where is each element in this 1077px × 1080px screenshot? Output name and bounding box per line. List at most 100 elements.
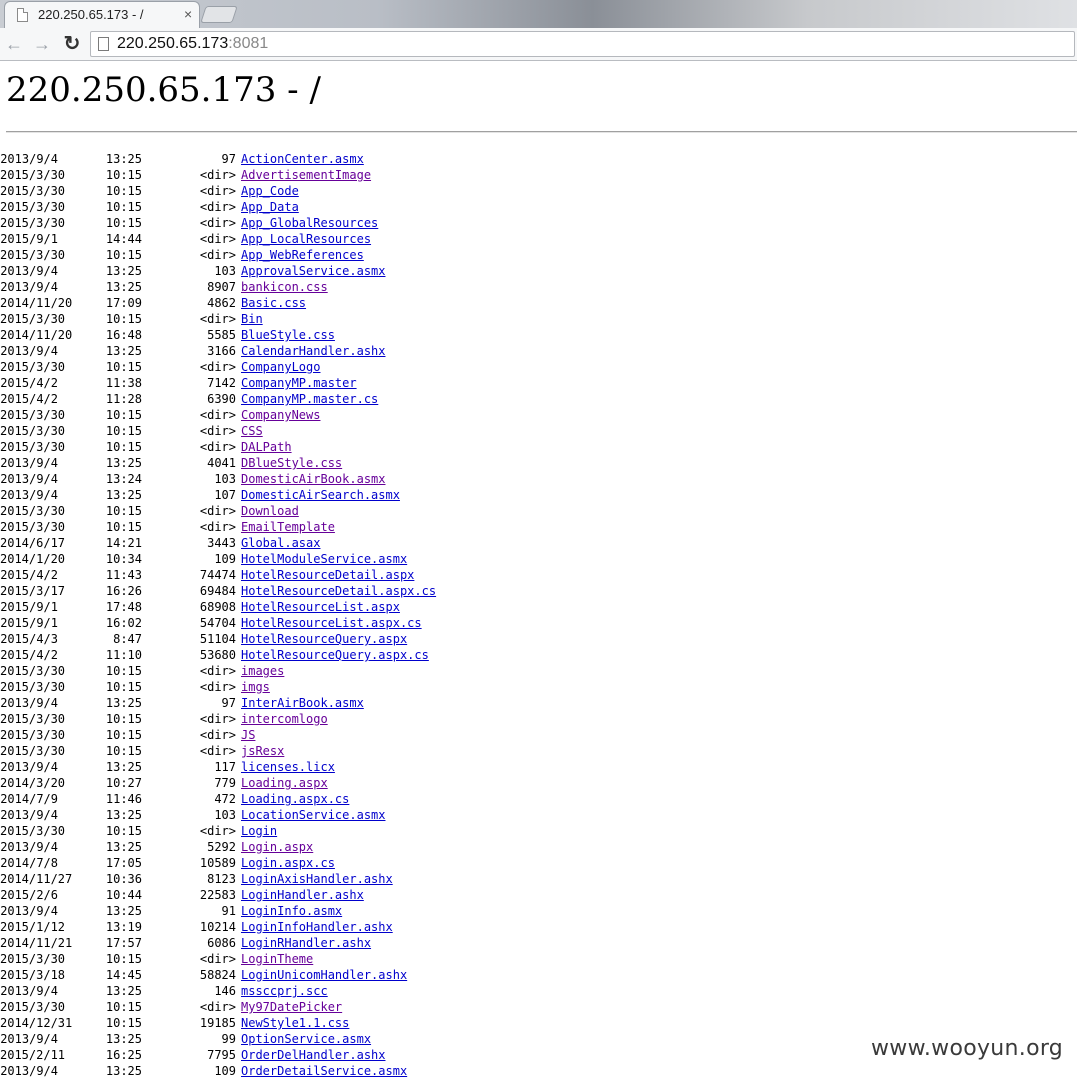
entry-link[interactable]: HotelResourceList.aspx.cs — [241, 615, 422, 631]
address-bar[interactable]: 220.250.65.173:8081 — [90, 31, 1075, 57]
entry-size: <dir> — [199, 424, 236, 438]
entry-time: 13:25 — [105, 152, 142, 166]
entry-link[interactable]: intercomlogo — [241, 711, 328, 727]
entry-link[interactable]: Global.asax — [241, 535, 320, 551]
new-tab-button[interactable] — [200, 6, 238, 23]
entry-link[interactable]: OptionService.asmx — [241, 1031, 371, 1047]
list-item: 2015/4/2 11:10 53680 HotelResourceQuery.asp… — [0, 647, 1077, 663]
entry-link[interactable]: bankicon.css — [241, 279, 328, 295]
entry-link[interactable]: ActionCenter.asmx — [241, 151, 364, 167]
entry-link[interactable]: CalendarHandler.ashx — [241, 343, 386, 359]
entry-size: 5292 — [207, 840, 236, 854]
list-item: 2015/3/17 16:26 69484 HotelResourceDetail.a… — [0, 583, 1077, 599]
entry-link[interactable]: CSS — [241, 423, 263, 439]
entry-link[interactable]: Basic.css — [241, 295, 306, 311]
entry-link[interactable]: Download — [241, 503, 299, 519]
entry-link[interactable]: LoginTheme — [241, 951, 313, 967]
entry-link[interactable]: Login.aspx.cs — [241, 855, 335, 871]
entry-size: <dir> — [199, 680, 236, 694]
entry-link[interactable]: Loading.aspx — [241, 775, 328, 791]
entry-link[interactable]: App_GlobalResources — [241, 215, 378, 231]
entry-link[interactable]: mssccprj.scc — [241, 983, 328, 999]
entry-link[interactable]: EmailTemplate — [241, 519, 335, 535]
entry-size: 109 — [214, 1064, 236, 1078]
entry-link[interactable]: LoginHandler.ashx — [241, 887, 364, 903]
entry-size: <dir> — [199, 664, 236, 678]
entry-link[interactable]: Login.aspx — [241, 839, 313, 855]
entry-link[interactable]: licenses.licx — [241, 759, 335, 775]
forward-arrow-icon[interactable]: → — [31, 33, 53, 55]
entry-link[interactable]: DomesticAirSearch.asmx — [241, 487, 400, 503]
entry-date: 2015/3/30 — [0, 200, 66, 214]
entry-link[interactable]: InterAirBook.asmx — [241, 695, 364, 711]
entry-link[interactable]: DomesticAirBook.asmx — [241, 471, 386, 487]
back-arrow-icon[interactable]: ← — [3, 33, 25, 55]
entry-link[interactable]: App_Data — [241, 199, 299, 215]
entry-time: 10:15 — [105, 680, 142, 694]
entry-link[interactable]: jsResx — [241, 743, 284, 759]
entry-size: <dir> — [199, 1000, 236, 1014]
entry-link[interactable]: DBlueStyle.css — [241, 455, 342, 471]
entry-time: 10:44 — [105, 888, 142, 902]
entry-date: 2015/3/30 — [0, 312, 66, 326]
entry-link[interactable]: CompanyNews — [241, 407, 320, 423]
entry-size: 7142 — [207, 376, 236, 390]
entry-time: 13:25 — [105, 696, 142, 710]
entry-time: 17:48 — [105, 600, 142, 614]
entry-link[interactable]: HotelResourceQuery.aspx — [241, 631, 407, 647]
list-item: 2013/9/4 13:25 103 LocationService.asmx — [0, 807, 1077, 823]
entry-link[interactable]: CompanyMP.master.cs — [241, 391, 378, 407]
entry-link[interactable]: LocationService.asmx — [241, 807, 386, 823]
address-bar-url[interactable]: 220.250.65.173:8081 — [117, 35, 268, 53]
entry-size: 51104 — [199, 632, 236, 646]
entry-link[interactable]: ApprovalService.asmx — [241, 263, 386, 279]
entry-link[interactable]: LoginRHandler.ashx — [241, 935, 371, 951]
entry-link[interactable]: Login — [241, 823, 277, 839]
close-tab-icon[interactable]: × — [184, 6, 192, 22]
entry-link[interactable]: My97DatePicker — [241, 999, 342, 1015]
entry-link[interactable]: HotelResourceDetail.aspx.cs — [241, 583, 436, 599]
entry-link[interactable]: App_LocalResources — [241, 231, 371, 247]
entry-link[interactable]: App_WebReferences — [241, 247, 364, 263]
entry-link[interactable]: LoginAxisHandler.ashx — [241, 871, 393, 887]
entry-date: 2015/3/30 — [0, 680, 66, 694]
entry-link[interactable]: LoginInfo.asmx — [241, 903, 342, 919]
entry-link[interactable]: LoginInfoHandler.ashx — [241, 919, 393, 935]
entry-link[interactable]: HotelModuleService.asmx — [241, 551, 407, 567]
list-item: 2015/3/30 10:15 <dir> jsResx — [0, 743, 1077, 759]
entry-size: 107 — [214, 488, 236, 502]
entry-link[interactable]: LoginUnicomHandler.ashx — [241, 967, 407, 983]
entry-link[interactable]: CompanyMP.master — [241, 375, 357, 391]
entry-link[interactable]: AdvertisementImage — [241, 167, 371, 183]
entry-link[interactable]: OrderDetailService.asmx — [241, 1063, 407, 1079]
entry-link[interactable]: OrderDelHandler.ashx — [241, 1047, 386, 1063]
entry-size: <dir> — [199, 168, 236, 182]
reload-icon[interactable]: ↻ — [61, 33, 83, 55]
entry-link[interactable]: CompanyLogo — [241, 359, 320, 375]
list-item: 2015/4/2 11:43 74474 HotelResourceDetail.as… — [0, 567, 1077, 583]
entry-time: 10:15 — [105, 424, 142, 438]
entry-time: 13:25 — [105, 984, 142, 998]
entry-link[interactable]: images — [241, 663, 284, 679]
entry-size: <dir> — [199, 248, 236, 262]
entry-link[interactable]: HotelResourceDetail.aspx — [241, 567, 414, 583]
entry-time: 10:15 — [105, 1016, 142, 1030]
list-item: 2015/1/12 13:19 10214 LoginInfoHandler.ashx — [0, 919, 1077, 935]
entry-link[interactable]: HotelResourceList.aspx — [241, 599, 400, 615]
entry-link[interactable]: DALPath — [241, 439, 292, 455]
entry-link[interactable]: Loading.aspx.cs — [241, 791, 349, 807]
entry-link[interactable]: JS — [241, 727, 255, 743]
entry-link[interactable]: NewStyle1.1.css — [241, 1015, 349, 1031]
entry-link[interactable]: imgs — [241, 679, 270, 695]
tab-active[interactable]: 220.250.65.173 - / × — [4, 1, 200, 28]
entry-link[interactable]: BlueStyle.css — [241, 327, 335, 343]
entry-size: 103 — [214, 472, 236, 486]
list-item: 2015/3/30 10:15 <dir> App_GlobalResources — [0, 215, 1077, 231]
entry-time: 10:15 — [105, 504, 142, 518]
list-item: 2015/9/1 14:44 <dir> App_LocalResources — [0, 231, 1077, 247]
list-item: 2015/4/2 11:38 7142 CompanyMP.master — [0, 375, 1077, 391]
entry-link[interactable]: HotelResourceQuery.aspx.cs — [241, 647, 429, 663]
entry-size: 91 — [221, 904, 236, 918]
entry-link[interactable]: App_Code — [241, 183, 299, 199]
entry-link[interactable]: Bin — [241, 311, 263, 327]
